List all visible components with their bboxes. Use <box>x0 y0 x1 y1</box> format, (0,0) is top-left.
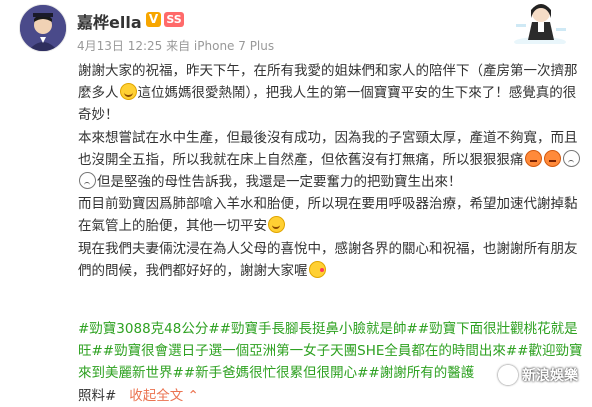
verified-badge-icon: V <box>146 12 161 27</box>
expand-icon <box>121 388 125 404</box>
laughing-emoji-icon <box>119 83 137 101</box>
post-paragraph: 謝謝大家的祝福，昨天下午，在所有我愛的姐妹們和家人的陪伴下（產房第一次擠那麼多人… <box>78 60 586 127</box>
angry-emoji-icon <box>543 149 561 167</box>
post-meta: 4月13日 12:25 来自 iPhone 7 Plus <box>77 39 275 53</box>
sad-emoji-icon <box>79 172 96 190</box>
kiss-emoji-icon <box>308 260 326 278</box>
angry-emoji-icon <box>524 149 542 167</box>
post-paragraph: 現在我們夫妻倆沈浸在為人父母的喜悅中，感謝各界的關心和祝福，也謝謝所有朋友們的問… <box>78 238 586 282</box>
post-paragraph: 而目前勁寶因爲肺部嗆入羊水和胎便，所以現在要用呼吸器治療，希望加速代謝掉黏在氣管… <box>78 193 586 237</box>
chevron-up-icon[interactable]: ⌃ <box>188 388 199 404</box>
smile-emoji-icon <box>268 216 285 234</box>
hashtag-tail: 照料# <box>78 387 117 404</box>
post-text: 這位媽媽很愛熱鬧），把我人生的第一個寶寶平安的生下來了！感覺真的很奇妙！ <box>78 85 577 124</box>
user-name[interactable]: 嘉桦ella <box>77 9 142 33</box>
hashtag-block: #勁寶3088克48公分##勁寶手長腳長挺鼻小臉就是帥##勁寶下面很壯觀桃花就是… <box>78 318 586 407</box>
post-text: 而目前勁寶因爲肺部嗆入羊水和胎便，所以現在要用呼吸器治療，希望加速代謝掉黏在氣管… <box>78 196 578 235</box>
member-badge-icon: SS <box>164 12 184 27</box>
weibo-post-card: 嘉桦ella V SS 4月13日 12:25 来自 iPhone 7 Plus… <box>0 0 592 404</box>
post-body: 謝謝大家的祝福，昨天下午，在所有我愛的姐妹們和家人的陪伴下（產房第一次擠那麼多人… <box>78 60 586 282</box>
post-paragraph: 本來想嘗試在水中生產，但最後沒有成功，因為我的子宮頸太厚，產道不夠寬，而且也沒開… <box>78 127 586 194</box>
sad-emoji-icon <box>562 149 580 167</box>
watermark-eye-icon <box>498 365 518 385</box>
post-text: 但是堅強的母性告訴我，我還是一定要奮力的把勁寶生出來！ <box>97 174 462 191</box>
watermark-logo: 新浪娛樂 <box>498 364 578 386</box>
post-text: 本來想嘗試在水中生產，但最後沒有成功，因為我的子宮頸太厚，產道不夠寬，而且也沒開… <box>78 129 578 168</box>
post-text: 現在我們夫妻倆沈浸在為人父母的喜悅中，感謝各界的關心和祝福，也謝謝所有朋友們的問… <box>78 240 578 279</box>
watermark-text: 新浪娛樂 <box>522 368 578 384</box>
collapse-button[interactable]: 收起全文 <box>129 388 183 404</box>
decorative-figure-image <box>510 0 570 44</box>
user-avatar[interactable] <box>19 4 67 52</box>
